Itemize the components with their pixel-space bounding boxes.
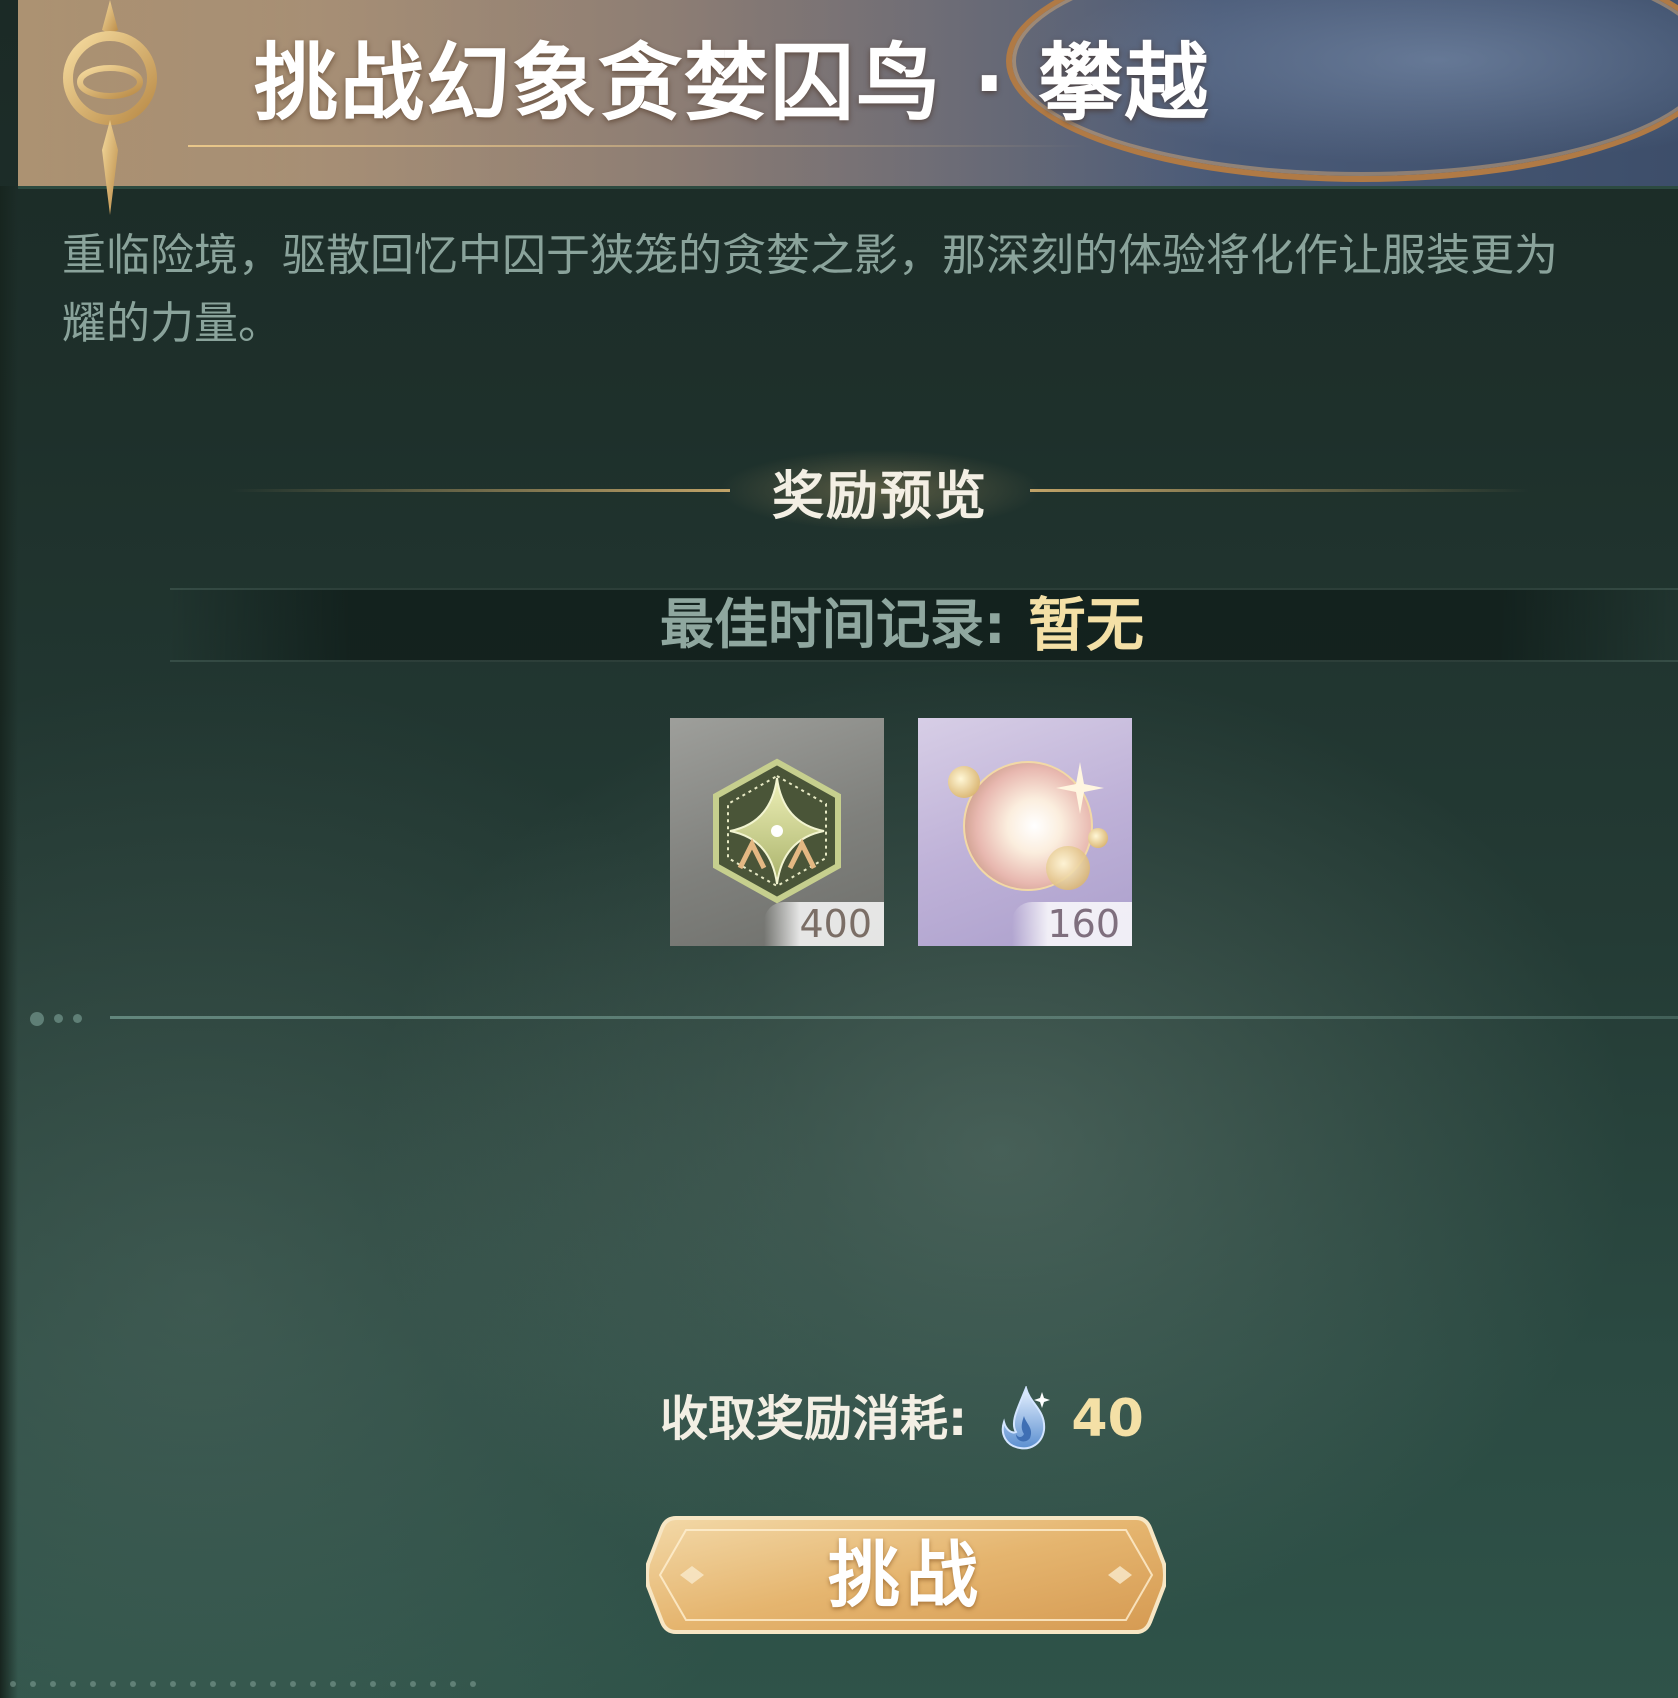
pearl-orb-icon (948, 761, 1108, 891)
description-line-1: 重临险境，驱散回忆中囚于狭笼的贪婪之影，那深刻的体验将化作让服装更为 (62, 230, 1558, 281)
challenge-panel: 挑战幻象贪婪囚鸟 · 攀越 重临险境，驱散回忆中囚于狭笼的贪婪之影，那深刻的体验… (0, 0, 1678, 1698)
reward-item-pearl[interactable]: 160 (918, 718, 1132, 946)
cost-label: 收取奖励消耗: (660, 1391, 968, 1447)
banner-gold-line (188, 145, 1088, 147)
blue-flame-stamina-icon (1002, 1386, 1051, 1450)
reward-count: 400 (764, 902, 884, 946)
cost-value: 40 (1071, 1389, 1144, 1449)
description-line-2: 耀的力量。 (62, 298, 282, 349)
best-time-row: 最佳时间记录: 暂无 (170, 588, 1678, 662)
challenge-description: 重临险境，驱散回忆中囚于狭笼的贪婪之影，那深刻的体验将化作让服装更为 耀的力量。 (62, 222, 1678, 358)
divider-dots (30, 1008, 92, 1027)
reward-item-badge[interactable]: 400 (670, 718, 884, 946)
reward-cost-row: 收取奖励消耗: 40 (660, 1384, 1144, 1454)
challenge-button[interactable]: 挑战 (646, 1514, 1166, 1636)
left-rail-decoration (0, 186, 18, 1698)
gold-star-badge-icon (713, 758, 841, 904)
best-time-label: 最佳时间记录: (660, 593, 1006, 656)
section-divider (110, 1016, 1678, 1019)
best-time-value: 暂无 (1028, 591, 1145, 659)
challenge-button-label: 挑战 (827, 1533, 984, 1617)
reward-count: 160 (1012, 902, 1132, 946)
bottom-dots-decoration (10, 1672, 570, 1691)
reward-preview-title: 奖励预览 (771, 467, 988, 527)
gold-eye-emblem-icon (63, 0, 157, 215)
reward-preview-header: 奖励预览 (230, 440, 1530, 540)
page-title: 挑战幻象贪婪囚鸟 · 攀越 (254, 34, 1211, 132)
